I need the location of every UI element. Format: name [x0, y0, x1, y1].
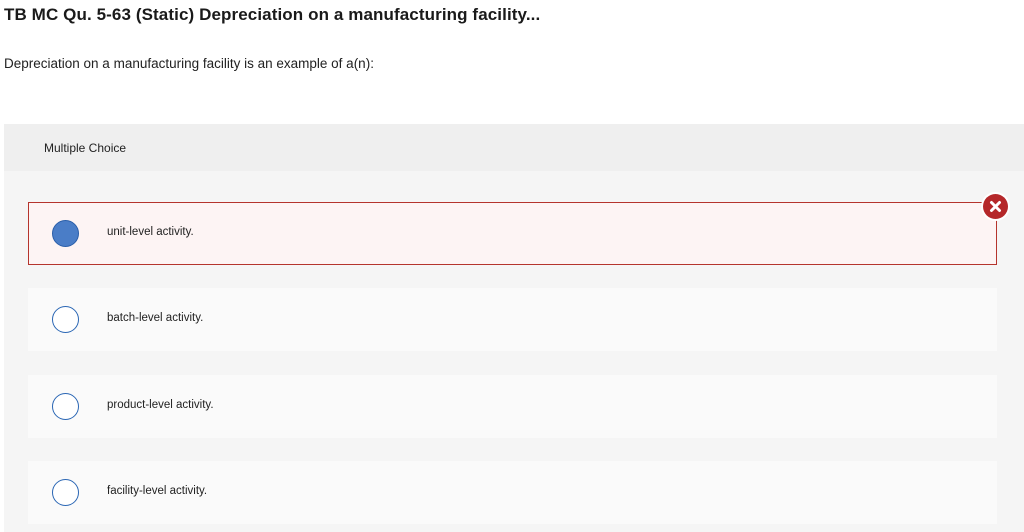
- close-x-glyph: [990, 201, 1001, 212]
- choice-label: facility-level activity.: [107, 485, 208, 497]
- multiple-choice-panel: Multiple Choice unit-level activity. bat…: [4, 124, 1024, 532]
- multiple-choice-header: Multiple Choice: [4, 124, 1024, 171]
- radio-selected-icon[interactable]: [52, 220, 79, 247]
- choice-option[interactable]: facility-level activity.: [28, 461, 997, 524]
- close-x-icon: [983, 194, 1008, 219]
- multiple-choice-label: Multiple Choice: [44, 141, 127, 155]
- question-text: Depreciation on a manufacturing facility…: [4, 56, 374, 71]
- question-page: TB MC Qu. 5-63 (Static) Depreciation on …: [0, 0, 1024, 532]
- page-title: TB MC Qu. 5-63 (Static) Depreciation on …: [4, 5, 541, 24]
- choice-label: batch-level activity.: [107, 312, 204, 324]
- choice-option[interactable]: product-level activity.: [28, 375, 997, 438]
- radio-icon[interactable]: [52, 479, 79, 506]
- choice-label: product-level activity.: [107, 399, 214, 411]
- radio-icon[interactable]: [52, 306, 79, 333]
- radio-icon[interactable]: [52, 393, 79, 420]
- choice-label: unit-level activity.: [107, 226, 194, 238]
- choice-option[interactable]: unit-level activity.: [28, 202, 997, 265]
- choice-option[interactable]: batch-level activity.: [28, 288, 997, 351]
